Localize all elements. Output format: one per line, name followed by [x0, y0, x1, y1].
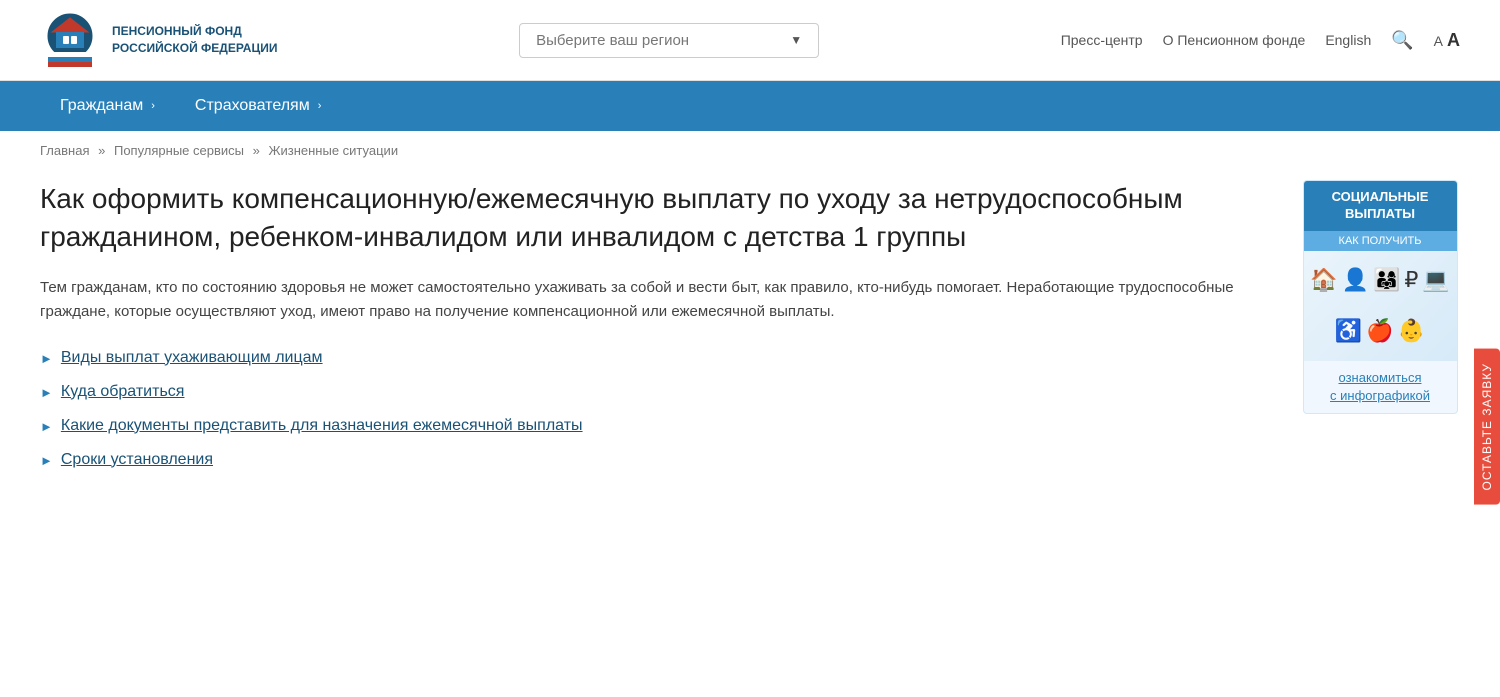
- header-right: Пресс-центр О Пенсионном фонде English 🔍…: [1061, 30, 1460, 51]
- infographic-header: СОЦИАЛЬНЫЕ ВЫПЛАТЫ: [1304, 181, 1457, 231]
- infographic-caption-line2: с инфографикой: [1310, 387, 1451, 405]
- breadcrumb-sep-1: »: [98, 143, 105, 158]
- infographic-icon-wheelchair: ♿: [1335, 320, 1362, 342]
- nav-insurers[interactable]: Страхователям ›: [175, 81, 341, 131]
- breadcrumb-popular[interactable]: Популярные сервисы: [114, 143, 244, 158]
- nav-citizens[interactable]: Гражданам ›: [40, 81, 175, 131]
- link-documents[interactable]: Какие документы представить для назначен…: [61, 417, 583, 435]
- infographic-icon-child: 👶: [1398, 320, 1425, 342]
- link-deadlines[interactable]: Сроки установления: [61, 451, 213, 469]
- english-link[interactable]: English: [1325, 32, 1371, 48]
- sidebar: СОЦИАЛЬНЫЕ ВЫПЛАТЫ КАК ПОЛУЧИТЬ 🏠 👤 👨‍👩‍…: [1300, 180, 1460, 469]
- intro-text: Тем гражданам, кто по состоянию здоровья…: [40, 276, 1240, 324]
- breadcrumb-life-situations[interactable]: Жизненные ситуации: [268, 143, 398, 158]
- main-nav: Гражданам › Страхователям ›: [0, 81, 1500, 131]
- link-payments-types[interactable]: Виды выплат ухаживающим лицам: [61, 349, 323, 367]
- list-item: ► Сроки установления: [40, 451, 1270, 469]
- chevron-down-icon: ▼: [790, 33, 802, 47]
- infographic-box[interactable]: СОЦИАЛЬНЫЕ ВЫПЛАТЫ КАК ПОЛУЧИТЬ 🏠 👤 👨‍👩‍…: [1303, 180, 1458, 414]
- header-center: Выберите ваш регион ▼: [277, 23, 1060, 58]
- about-link[interactable]: О Пенсионном фонде: [1163, 32, 1306, 48]
- press-center-link[interactable]: Пресс-центр: [1061, 32, 1143, 48]
- page-title: Как оформить компенсационную/ежемесячную…: [40, 180, 1270, 256]
- list-item: ► Какие документы представить для назнач…: [40, 417, 1270, 435]
- infographic-icon-person: 👤: [1342, 269, 1369, 291]
- font-size-control: A A: [1434, 30, 1460, 51]
- main-content: Как оформить компенсационную/ежемесячную…: [0, 170, 1500, 509]
- nav-citizens-chevron-icon: ›: [151, 100, 155, 112]
- arrow-icon-1: ►: [40, 351, 53, 366]
- breadcrumb: Главная » Популярные сервисы » Жизненные…: [0, 131, 1500, 170]
- nav-insurers-label: Страхователям: [195, 97, 310, 115]
- arrow-icon-2: ►: [40, 385, 53, 400]
- list-item: ► Куда обратиться: [40, 383, 1270, 401]
- region-placeholder-text: Выберите ваш регион: [536, 32, 689, 49]
- infographic-icon-ruble: ₽: [1404, 269, 1418, 291]
- infographic-caption-line1: ознакомиться: [1310, 369, 1451, 387]
- font-small-button[interactable]: A: [1434, 33, 1443, 49]
- font-large-button[interactable]: A: [1447, 30, 1460, 51]
- infographic-image: 🏠 👤 👨‍👩‍👧 ₽ 💻 ♿ 🍎 👶: [1304, 251, 1457, 361]
- infographic-caption[interactable]: ознакомиться с инфографикой: [1304, 361, 1457, 413]
- breadcrumb-sep-2: »: [253, 143, 260, 158]
- links-list: ► Виды выплат ухаживающим лицам ► Куда о…: [40, 349, 1270, 469]
- site-header: ПЕНСИОННЫЙ ФОНД РОССИЙСКОЙ ФЕДЕРАЦИИ Выб…: [0, 0, 1500, 81]
- region-selector[interactable]: Выберите ваш регион ▼: [519, 23, 819, 58]
- infographic-subheader: КАК ПОЛУЧИТЬ: [1304, 231, 1457, 251]
- breadcrumb-home[interactable]: Главная: [40, 143, 89, 158]
- content-area: Как оформить компенсационную/ежемесячную…: [40, 180, 1270, 469]
- list-item: ► Виды выплат ухаживающим лицам: [40, 349, 1270, 367]
- logo-emblem-icon: [40, 10, 100, 70]
- side-tab-button[interactable]: ОСТАВЬТЕ ЗАЯВКУ: [1474, 349, 1500, 505]
- infographic-icon-food: 🍎: [1366, 320, 1393, 342]
- infographic-icon-family: 👨‍👩‍👧: [1373, 269, 1400, 291]
- search-icon[interactable]: 🔍: [1391, 30, 1413, 51]
- infographic-icon-house: 🏠: [1310, 269, 1337, 291]
- logo-link[interactable]: ПЕНСИОННЫЙ ФОНД РОССИЙСКОЙ ФЕДЕРАЦИИ: [40, 10, 277, 70]
- nav-citizens-label: Гражданам: [60, 97, 143, 115]
- infographic-icon-laptop: 💻: [1422, 269, 1449, 291]
- link-where-to-apply[interactable]: Куда обратиться: [61, 383, 185, 401]
- logo-text: ПЕНСИОННЫЙ ФОНД РОССИЙСКОЙ ФЕДЕРАЦИИ: [112, 23, 277, 57]
- nav-insurers-chevron-icon: ›: [318, 100, 322, 112]
- arrow-icon-3: ►: [40, 419, 53, 434]
- arrow-icon-4: ►: [40, 453, 53, 468]
